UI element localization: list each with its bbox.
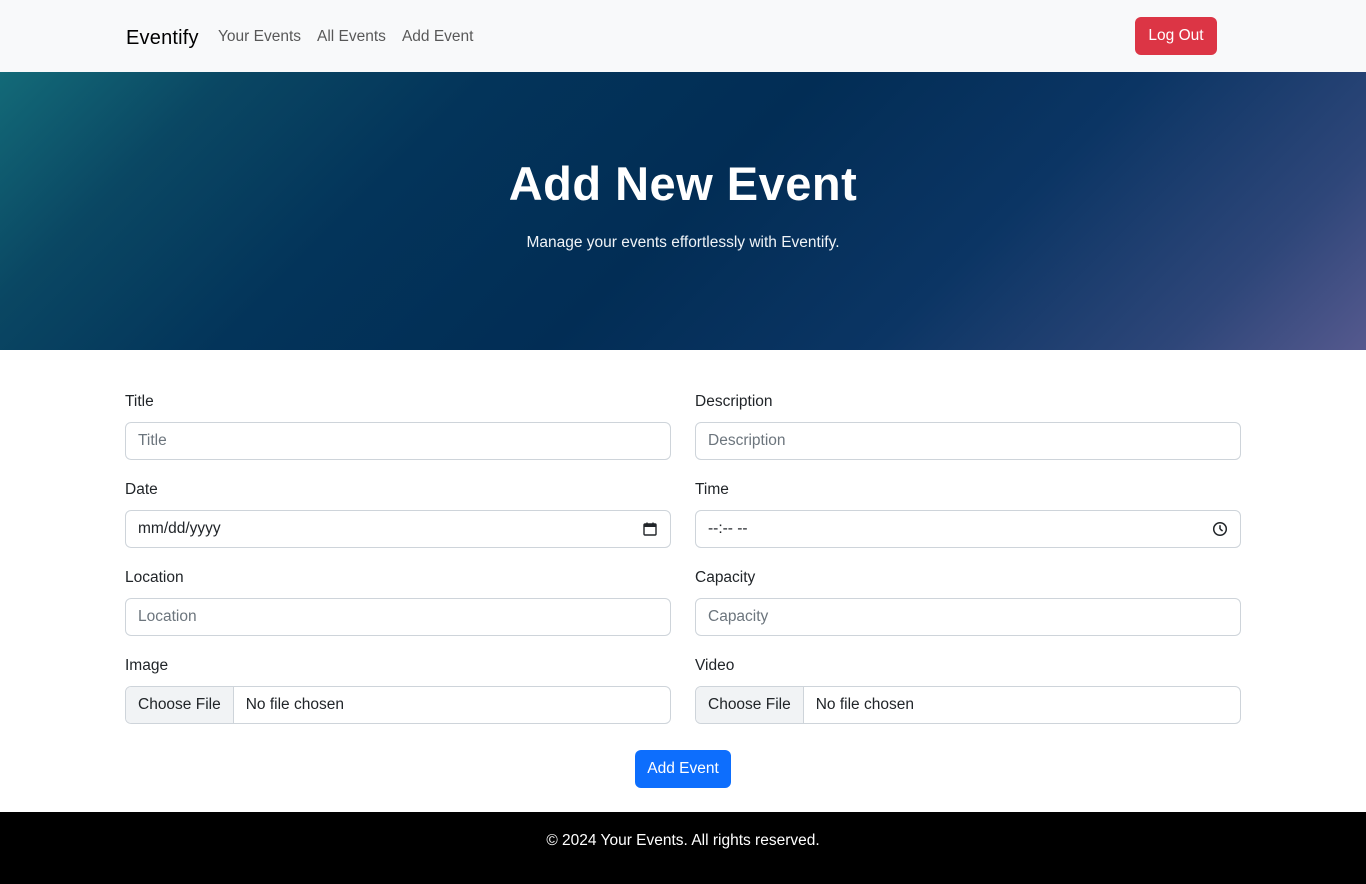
navbar: Eventify Your Events All Events Add Even…: [0, 0, 1366, 72]
image-label: Image: [125, 657, 169, 674]
location-field-group: Location: [125, 568, 671, 636]
nav-link-your-events[interactable]: Your Events: [218, 27, 301, 47]
time-value: --:-- --: [708, 520, 748, 537]
title-field-group: Title: [125, 392, 671, 460]
image-field-group: Image Choose File No file chosen: [125, 656, 671, 724]
add-event-button[interactable]: Add Event: [635, 750, 731, 788]
time-label: Time: [695, 481, 729, 498]
capacity-input[interactable]: [695, 598, 1241, 636]
footer-copyright: © 2024 Your Events. All rights reserved.: [546, 832, 820, 849]
video-field-group: Video Choose File No file chosen: [695, 656, 1241, 724]
capacity-field-group: Capacity: [695, 568, 1241, 636]
add-event-form: Title Description Date mm/dd/yyyy: [125, 392, 1241, 724]
page-title: Add New Event: [508, 157, 858, 210]
location-input[interactable]: [125, 598, 671, 636]
title-label: Title: [125, 393, 154, 410]
page-subtitle: Manage your events effortlessly with Eve…: [526, 234, 840, 251]
brand-logo[interactable]: Eventify: [126, 26, 199, 50]
nav-link-all-events[interactable]: All Events: [317, 27, 386, 47]
title-input[interactable]: [125, 422, 671, 460]
time-input[interactable]: --:-- --: [695, 510, 1241, 548]
description-input[interactable]: [695, 422, 1241, 460]
location-label: Location: [125, 569, 184, 586]
image-file-input[interactable]: Choose File No file chosen: [125, 686, 671, 724]
video-file-input[interactable]: Choose File No file chosen: [695, 686, 1241, 724]
date-input[interactable]: mm/dd/yyyy: [125, 510, 671, 548]
nav-link-add-event[interactable]: Add Event: [402, 27, 474, 47]
date-label: Date: [125, 481, 158, 498]
hero-banner: Add New Event Manage your events effortl…: [0, 72, 1366, 350]
description-label: Description: [695, 393, 773, 410]
video-file-status: No file chosen: [815, 696, 914, 713]
image-choose-file-button[interactable]: Choose File: [126, 687, 234, 723]
time-field-group: Time --:-- --: [695, 480, 1241, 548]
date-field-group: Date mm/dd/yyyy: [125, 480, 671, 548]
date-value: mm/dd/yyyy: [138, 520, 221, 537]
description-field-group: Description: [695, 392, 1241, 460]
video-label: Video: [695, 657, 735, 674]
calendar-icon[interactable]: [642, 521, 658, 537]
nav-links: Your Events All Events Add Event: [218, 27, 473, 47]
clock-icon[interactable]: [1212, 521, 1228, 537]
image-file-status: No file chosen: [245, 696, 344, 713]
capacity-label: Capacity: [695, 569, 756, 586]
logout-button[interactable]: Log Out: [1135, 17, 1217, 55]
footer: © 2024 Your Events. All rights reserved.: [0, 812, 1366, 884]
video-choose-file-button[interactable]: Choose File: [696, 687, 804, 723]
